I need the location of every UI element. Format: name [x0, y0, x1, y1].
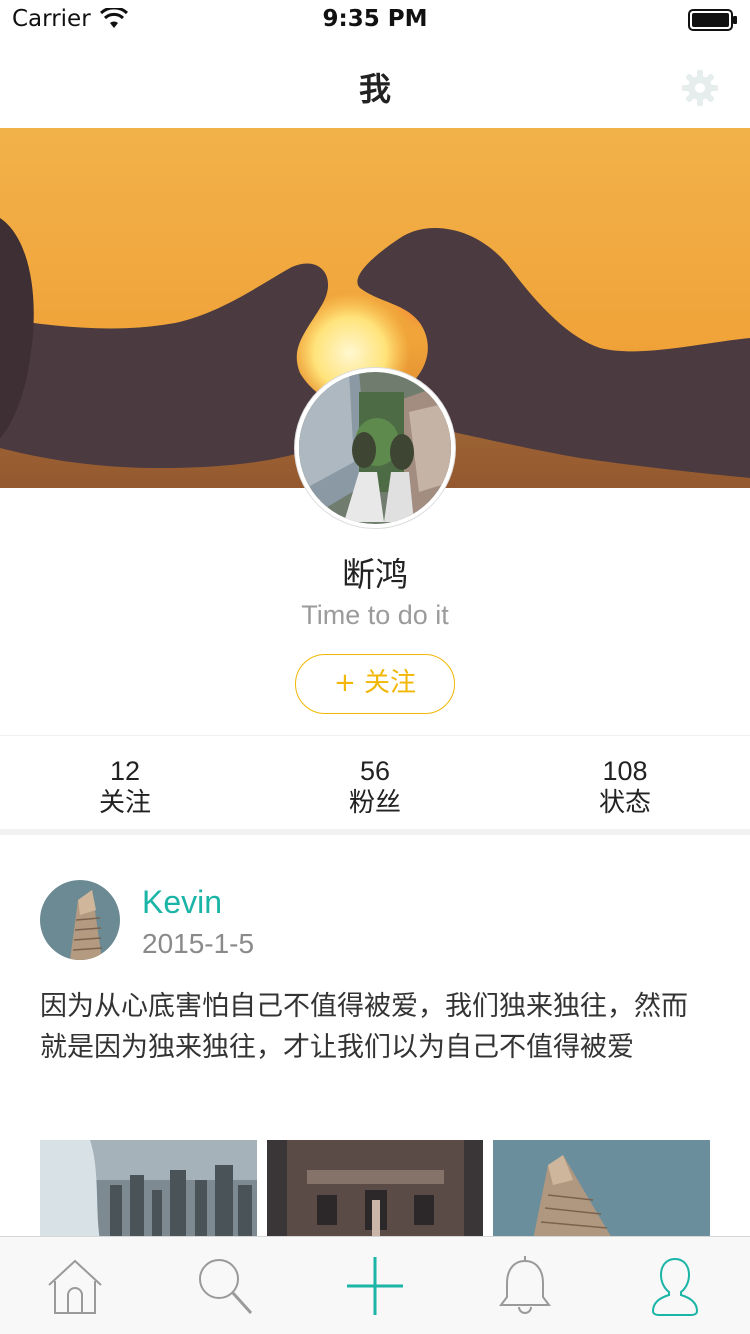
username: 断鸿 [342, 555, 408, 594]
post-image[interactable] [493, 1140, 711, 1240]
tab-notifications[interactable] [450, 1237, 600, 1334]
search-icon [199, 1258, 253, 1314]
stat-count: 56 [359, 756, 391, 786]
bell-icon [499, 1255, 551, 1314]
post-image-grid [40, 1140, 711, 1240]
gear-icon[interactable] [680, 68, 720, 108]
avatar-image [299, 372, 451, 524]
profile-icon [651, 1257, 699, 1316]
clock: 9:35 PM [322, 6, 428, 32]
page-title: 我 [358, 70, 391, 108]
post-text: 因为从心底害怕自己不值得被爱，我们独来独往，然而就是因为独来独往，才让我们以为自… [40, 991, 688, 1063]
stat-label: 状态 [598, 788, 651, 818]
tab-profile[interactable] [600, 1237, 750, 1334]
post-author-avatar[interactable] [40, 880, 120, 960]
stat-label: 关注 [98, 788, 151, 818]
stat-following[interactable]: 12 关注 [0, 736, 250, 829]
battery-icon [688, 9, 737, 31]
post-image[interactable] [266, 1140, 484, 1240]
follow-button[interactable]: + 关注 [295, 654, 455, 714]
tab-search[interactable] [150, 1237, 300, 1334]
plus-icon [347, 1256, 403, 1315]
post-author-name[interactable]: Kevin [142, 884, 222, 921]
tab-home[interactable] [0, 1237, 150, 1334]
stat-label: 粉丝 [348, 788, 401, 818]
navigation-bar: 我 [0, 40, 750, 128]
stat-posts[interactable]: 108 状态 [500, 736, 750, 829]
avatar[interactable] [295, 368, 455, 528]
feed-post: Kevin 2015-1-5 因为从心底害怕自己不值得被爱，我们独来独往，然而就… [0, 842, 750, 1242]
status-bar: Carrier 9:35 PM [0, 0, 750, 40]
stat-count: 108 [602, 756, 648, 786]
profile-stats: 12 关注 56 粉丝 108 状态 [0, 735, 750, 835]
tab-bar [0, 1236, 750, 1334]
post-image[interactable] [40, 1140, 257, 1240]
user-bio: Time to do it [301, 600, 449, 630]
post-date: 2015-1-5 [142, 928, 255, 959]
stat-count: 12 [109, 756, 141, 786]
stat-followers[interactable]: 56 粉丝 [250, 736, 500, 829]
home-icon [48, 1259, 102, 1314]
tab-add[interactable] [300, 1237, 450, 1334]
